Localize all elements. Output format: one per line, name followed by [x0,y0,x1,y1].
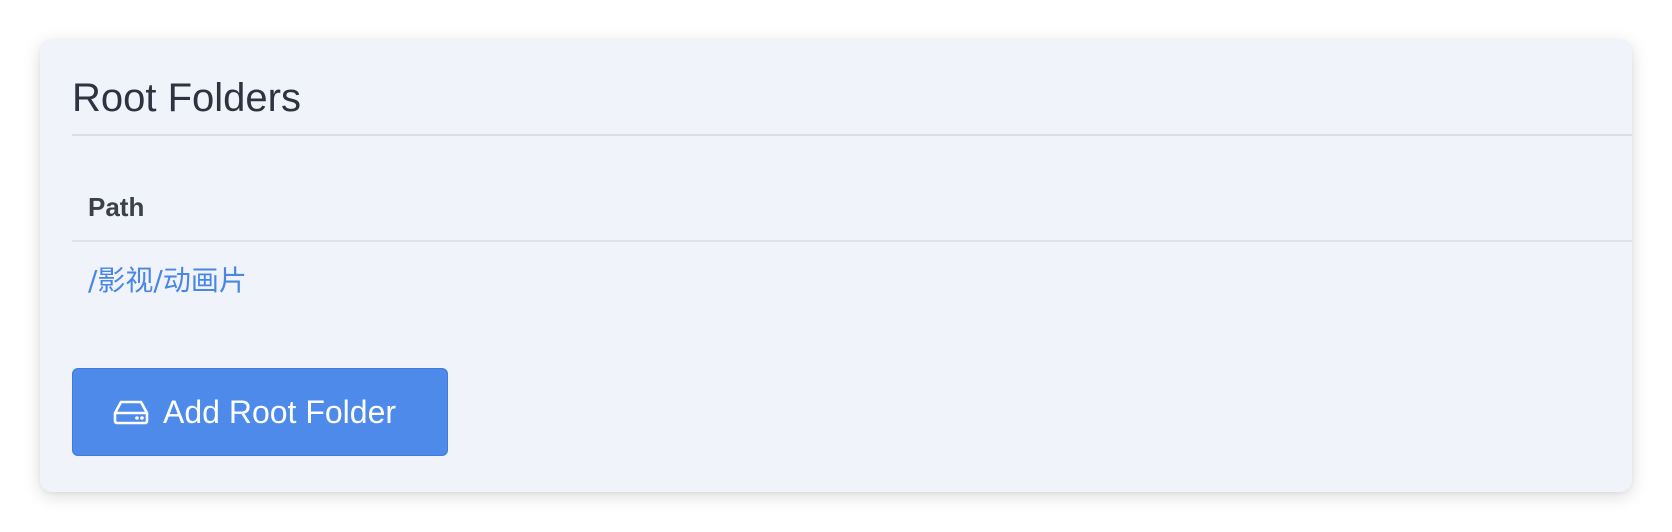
section-title: Root Folders [72,76,301,120]
table-header-row: Path [72,174,1632,242]
add-root-folder-label: Add Root Folder [163,393,397,430]
table-row: /影视/动画片 [72,242,1632,316]
add-root-folder-button[interactable]: Add Root Folder [72,368,448,456]
root-folder-path-link[interactable]: /影视/动画片 [88,259,247,299]
hard-drive-icon [113,400,149,425]
root-folders-table: Path /影视/动画片 [72,174,1632,316]
root-folders-card: Root Folders Path /影视/动画片 Add Root Folde… [40,40,1632,492]
column-header-path: Path [88,191,145,222]
title-divider [72,134,1632,136]
